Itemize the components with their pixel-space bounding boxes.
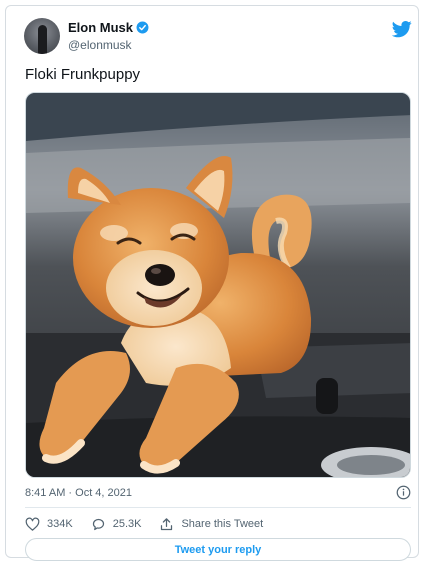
verified-badge-icon: [136, 21, 149, 34]
tweet-actions: 334K 25.3K Share this Tweet: [25, 515, 281, 533]
author-avatar[interactable]: [24, 18, 60, 54]
reply-bubble-icon: [92, 518, 104, 530]
twitter-bird-icon[interactable]: [392, 19, 412, 39]
avatar-figure: [38, 25, 47, 54]
divider: [25, 507, 411, 508]
info-icon[interactable]: [396, 485, 411, 500]
tweet-card: Elon Musk @elonmusk Floki Frunkpuppy 8:4…: [5, 5, 419, 561]
tweet-timestamp[interactable]: 8:41 AM · Oct 4, 2021: [25, 487, 132, 499]
share-button[interactable]: Share this Tweet: [159, 517, 263, 532]
shiba-puppy-photo: [26, 93, 410, 477]
share-upload-icon: [161, 517, 173, 530]
author-name-row: Elon Musk: [68, 20, 149, 35]
reply-action[interactable]: 25.3K: [91, 517, 142, 532]
like-button[interactable]: 334K: [25, 517, 73, 532]
tweet-your-reply-button[interactable]: Tweet your reply: [25, 538, 411, 561]
reply-count: 25.3K: [112, 518, 142, 530]
like-count: 334K: [47, 518, 73, 530]
heart-icon: [25, 517, 40, 531]
share-label: Share this Tweet: [181, 518, 264, 530]
tweet-photo[interactable]: [25, 92, 411, 478]
author-handle[interactable]: @elonmusk: [68, 38, 132, 52]
tweet-text: Floki Frunkpuppy: [25, 66, 141, 83]
author-name[interactable]: Elon Musk: [68, 20, 133, 35]
